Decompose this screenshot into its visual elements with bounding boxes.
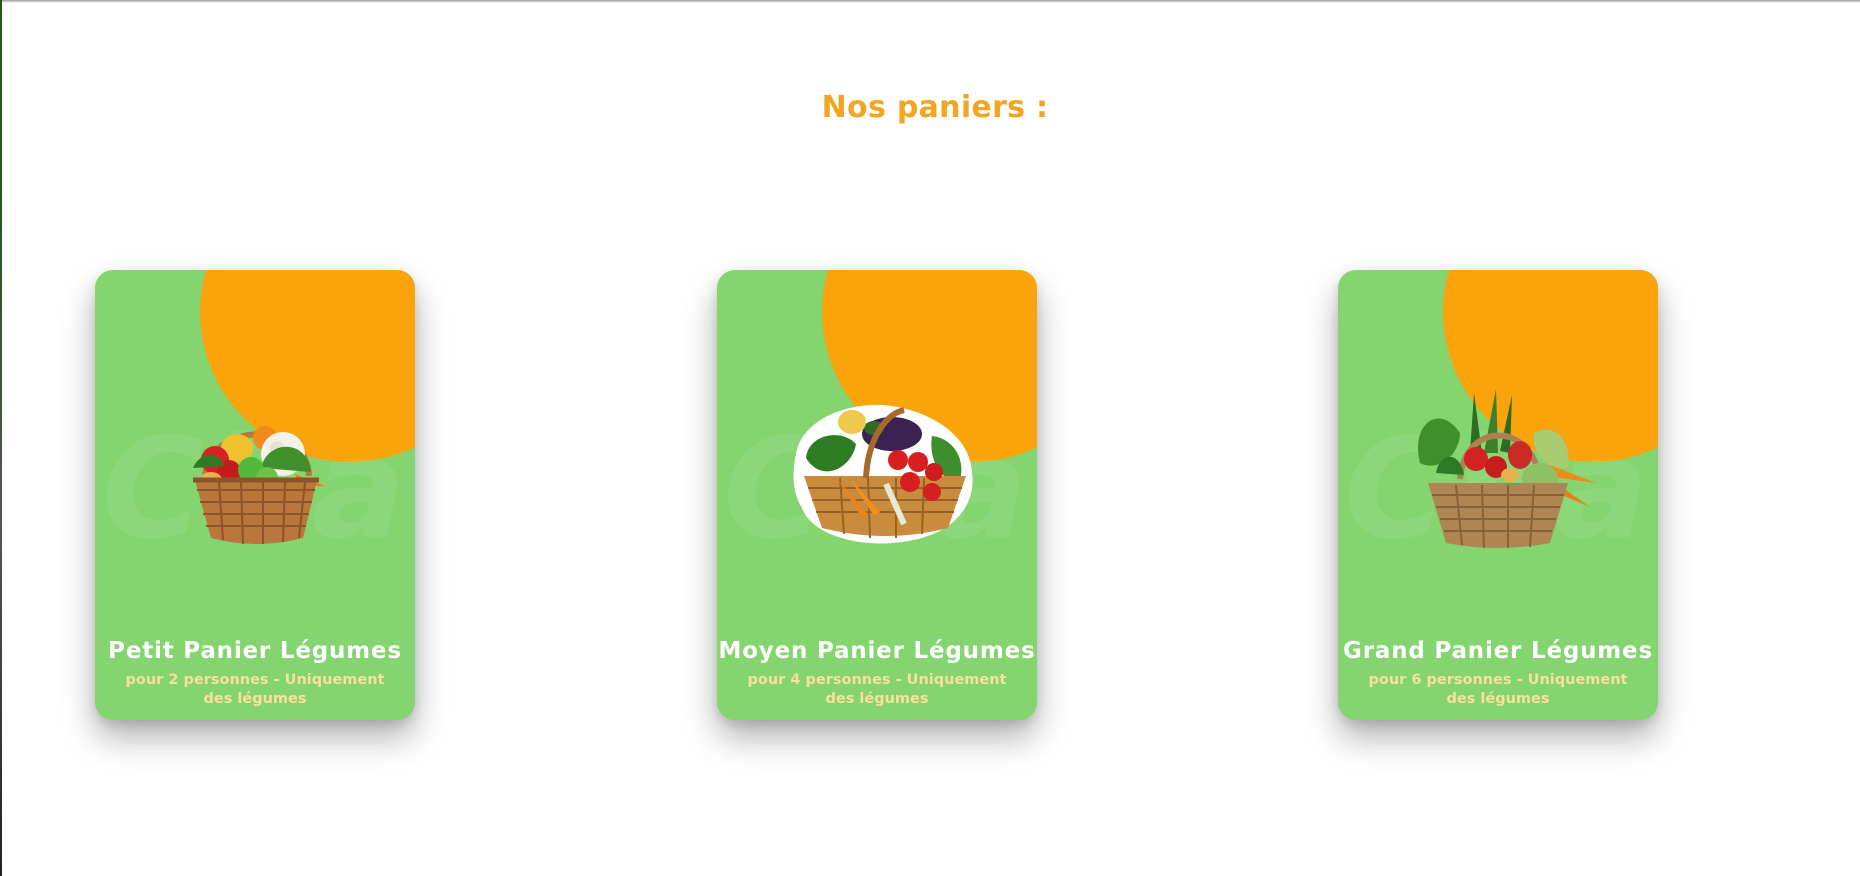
card-description: pour 6 personnes - Uniquement des légume… (1368, 672, 1628, 707)
card-title: Petit Panier Légumes (108, 638, 402, 664)
basket-card-medium[interactable]: Cha Moye (717, 270, 1037, 720)
vegetable-basket-small-icon (193, 426, 325, 545)
card-description: pour 2 personnes - Uniquement des légume… (125, 672, 385, 707)
vegetable-basket-medium-icon (793, 404, 973, 544)
card-title: Grand Panier Légumes (1343, 638, 1653, 664)
basket-card-large[interactable]: Cha Grand Panier Légumes (1338, 270, 1658, 720)
vegetable-basket-large-icon (1418, 389, 1596, 548)
header-shadow (0, 0, 1860, 3)
card-description: pour 4 personnes - Uniquement des légume… (747, 672, 1007, 707)
basket-card-small[interactable]: Cha Petit Panier Légumes (95, 270, 415, 720)
card-title: Moyen Panier Légumes (718, 638, 1036, 664)
left-edge-border (0, 0, 2, 876)
section-title: Nos paniers : (821, 90, 1049, 125)
